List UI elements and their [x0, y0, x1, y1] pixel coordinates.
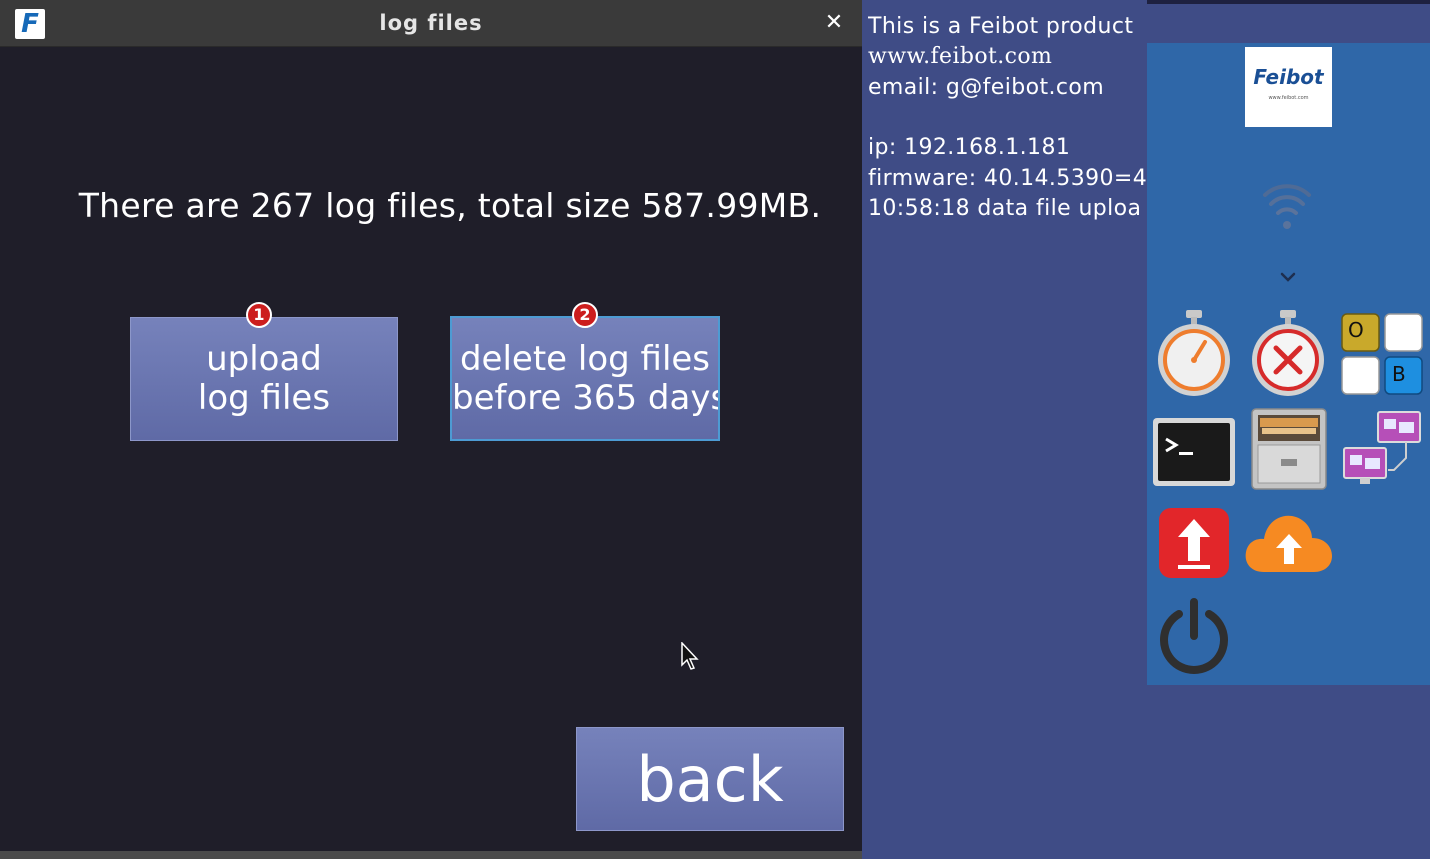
mouse-cursor-icon [681, 642, 699, 670]
panel-top-edge [1147, 0, 1430, 4]
email-line: email: g@feibot.com [868, 75, 1105, 100]
upload-button-line1: upload [206, 339, 322, 379]
annotation-marker-2: 2 [572, 302, 598, 328]
firmware-line: firmware: 40.14.5390=4 [868, 166, 1148, 191]
delete-button-line1: delete log files [459, 339, 711, 379]
stopwatch-cancel-icon[interactable] [1249, 308, 1327, 400]
toggle-label-b: B [1392, 362, 1406, 386]
logo-word: Feibot [1253, 65, 1324, 89]
chevron-down-icon[interactable] [1279, 270, 1297, 284]
upload-button-line2: log files [197, 378, 331, 418]
ip-line: ip: 192.168.1.181 [868, 135, 1071, 160]
product-line: This is a Feibot product [868, 14, 1134, 39]
logo-subtext: www.feibot.com [1268, 95, 1309, 101]
toggle-grid-icon[interactable]: O B [1340, 312, 1426, 398]
website-line: www.feibot.com [868, 44, 1053, 69]
close-icon[interactable]: ✕ [820, 8, 848, 38]
window-bottom-edge [0, 851, 862, 859]
wifi-icon[interactable] [1261, 177, 1313, 233]
toggle-label-o: O [1348, 318, 1364, 342]
file-cabinet-icon[interactable] [1250, 405, 1328, 491]
power-icon[interactable] [1157, 598, 1231, 676]
upload-icon[interactable] [1158, 507, 1230, 579]
delete-old-log-files-button[interactable]: delete log files before 365 days [450, 316, 720, 441]
network-monitors-icon[interactable] [1342, 410, 1424, 490]
annotation-marker-1: 1 [246, 302, 272, 328]
stopwatch-icon[interactable] [1155, 308, 1233, 400]
cloud-upload-icon[interactable] [1244, 510, 1334, 576]
delete-button-line2: before 365 days [452, 378, 720, 418]
window-title: log files [379, 11, 483, 35]
title-bar: F log files ✕ [0, 0, 862, 47]
back-button[interactable]: back [576, 727, 844, 831]
log-files-dialog: F log files ✕ There are 267 log files, t… [0, 0, 862, 859]
upload-status-line: 10:58:18 data file uploa [868, 196, 1142, 221]
upload-log-files-button[interactable]: upload log files [130, 317, 398, 441]
log-files-summary: There are 267 log files, total size 587.… [78, 186, 822, 225]
feibot-logo[interactable]: Feibot www.feibot.com [1245, 47, 1332, 127]
terminal-icon[interactable] [1152, 417, 1236, 489]
